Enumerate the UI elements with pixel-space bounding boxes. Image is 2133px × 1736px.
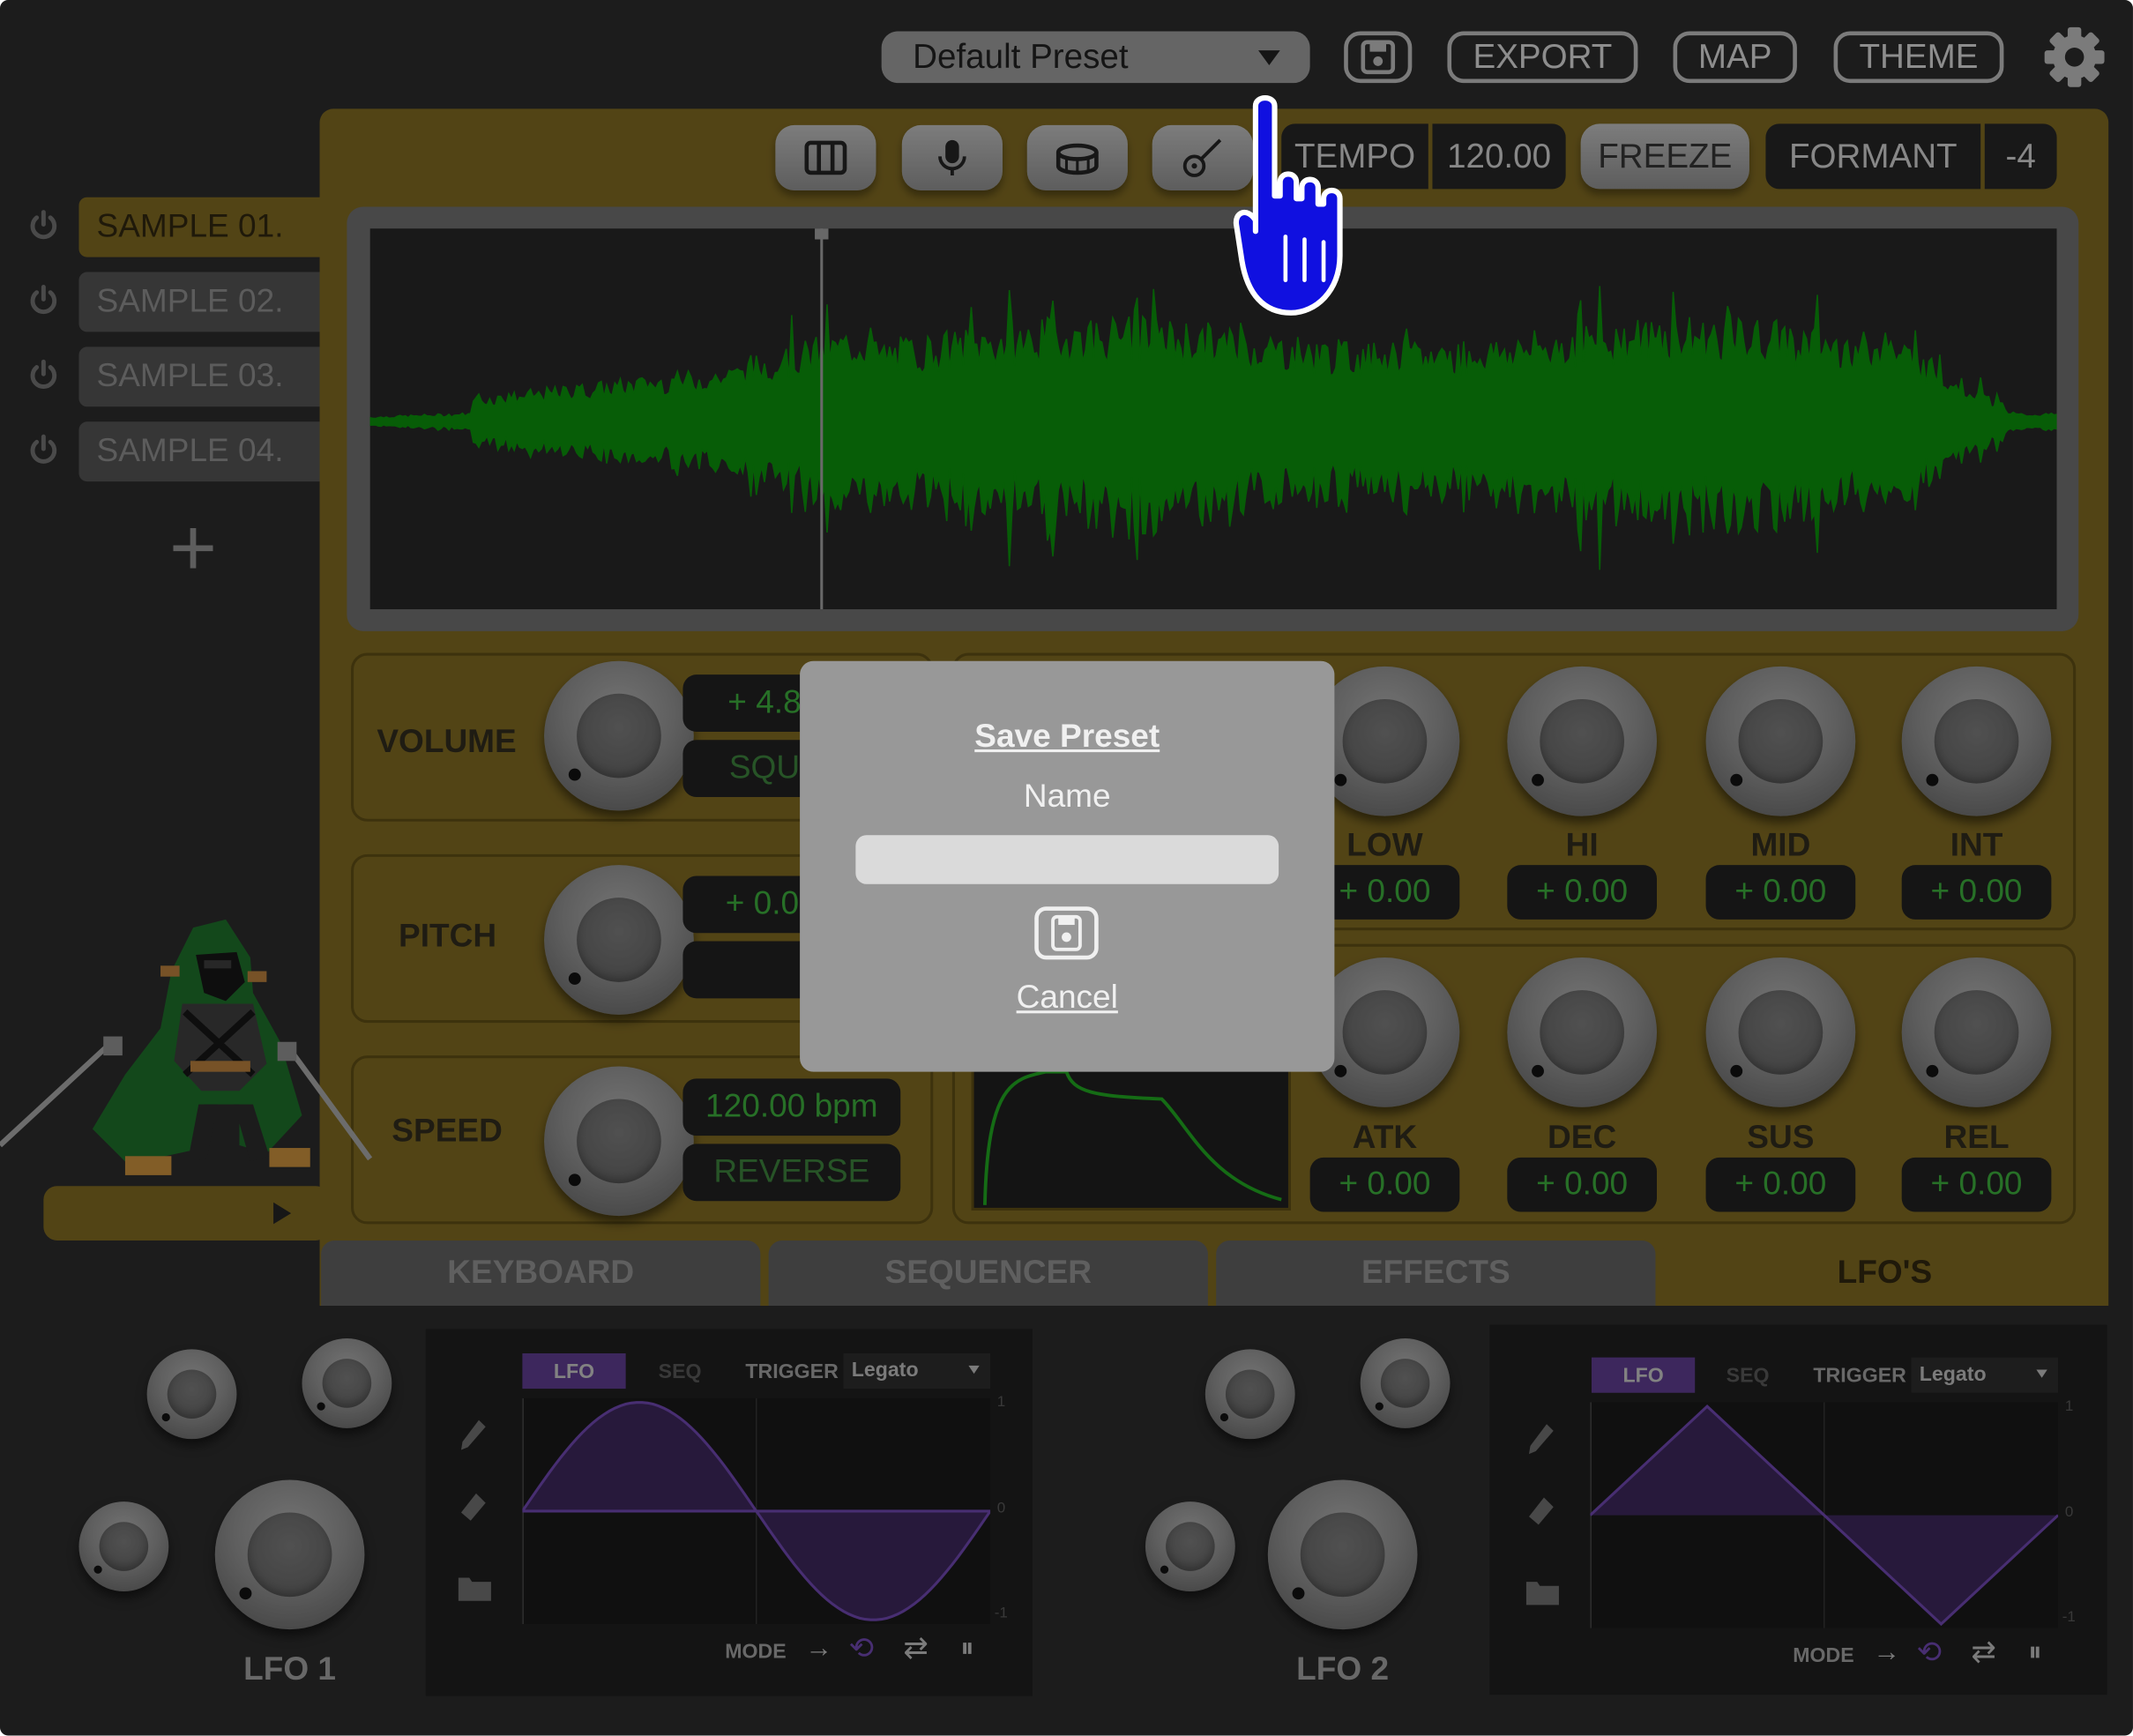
- hand-pointer-icon: [1233, 95, 1343, 316]
- save-preset-dialog: Save Preset Name Cancel: [800, 660, 1335, 1072]
- app-window: Default Preset EXPORT MAP THEME SAMPLE 0…: [0, 0, 2133, 1736]
- cancel-button[interactable]: Cancel: [800, 980, 1334, 1017]
- name-label: Name: [1023, 778, 1111, 816]
- dialog-title: Save Preset: [974, 718, 1160, 756]
- floppy-disk-icon[interactable]: [1033, 905, 1099, 960]
- preset-name-input[interactable]: [855, 835, 1279, 884]
